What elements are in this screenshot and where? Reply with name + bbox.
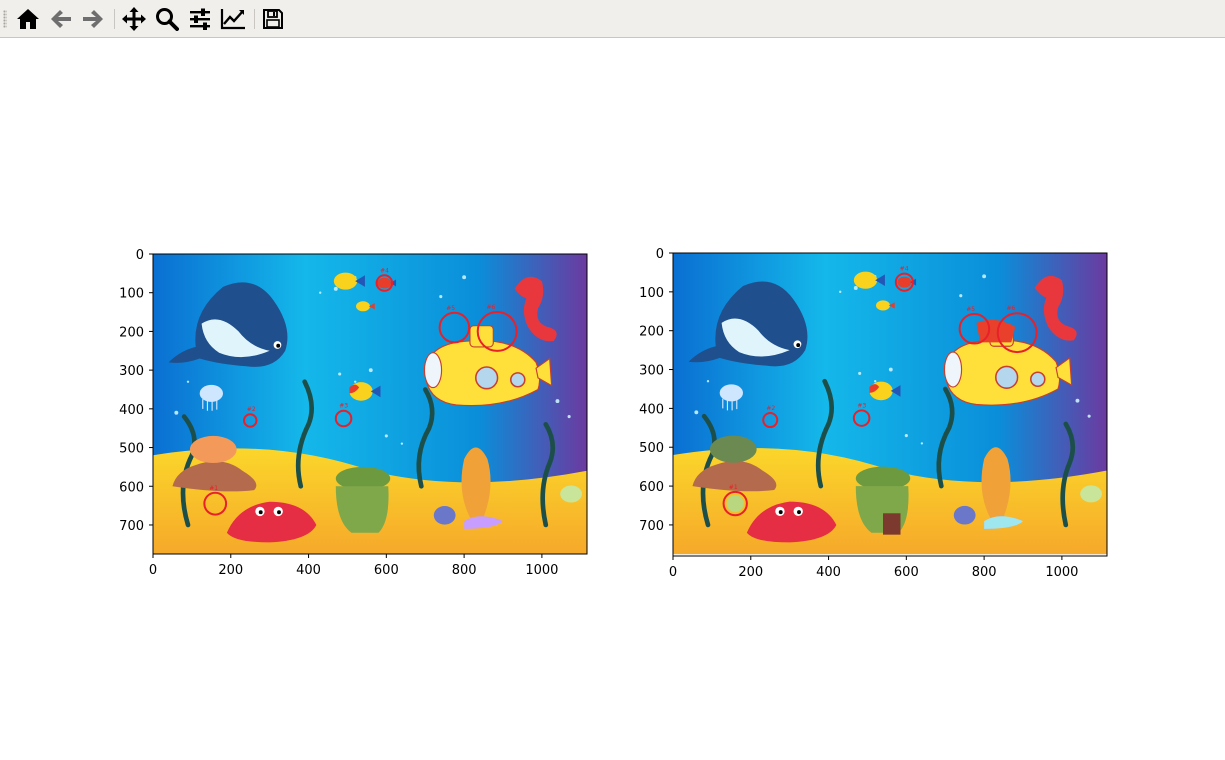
right-shell xyxy=(726,495,744,513)
x-tick-label: 1000 xyxy=(525,563,558,578)
y-tick-label: 200 xyxy=(119,325,144,340)
x-tick-label: 600 xyxy=(894,565,919,580)
y-tick-label: 500 xyxy=(639,441,664,456)
left-axes[interactable]: #1 #2 #3 #4 #5 #6 0 200 400 600 800 1000 0 100 200 30… xyxy=(119,248,587,578)
right-clam xyxy=(709,435,757,463)
y-tick-label: 500 xyxy=(119,442,144,457)
back-button[interactable] xyxy=(47,5,75,33)
y-tick-label: 600 xyxy=(119,480,144,495)
magnifier-icon xyxy=(156,8,179,31)
arrow-right-icon xyxy=(83,10,103,28)
difference-marker-label: #5 xyxy=(446,305,455,312)
difference-marker-label: #2 xyxy=(766,405,775,412)
configure-subplots-button[interactable] xyxy=(186,5,214,33)
x-tick-label: 0 xyxy=(149,563,157,578)
move-icon xyxy=(122,7,146,31)
right-coral-tube xyxy=(883,513,901,535)
y-tick-label: 300 xyxy=(639,364,664,379)
toolbar-separator xyxy=(254,9,255,29)
save-button[interactable] xyxy=(259,5,287,33)
y-tick-label: 700 xyxy=(119,519,144,534)
difference-marker-label: #1 xyxy=(209,485,218,492)
figure-canvas: #1#2 #3#4#5 #6 0 200 400 600 800 1000 010020030… xyxy=(119,247,1225,580)
y-tick-label: 400 xyxy=(119,403,144,418)
difference-marker-label: #2 xyxy=(247,406,256,413)
difference-marker-label: #6 xyxy=(486,304,495,311)
difference-marker-label: #6 xyxy=(1006,305,1015,312)
edit-axis-button[interactable] xyxy=(219,5,247,33)
difference-marker-label: #3 xyxy=(339,403,348,410)
sliders-icon xyxy=(190,8,210,30)
left-x-axis: 0 200 400 600 800 1000 xyxy=(149,554,558,578)
x-tick-label: 0 xyxy=(669,565,677,580)
difference-marker-label: #4 xyxy=(900,266,909,273)
x-tick-label: 800 xyxy=(452,563,477,578)
y-tick-label: 600 xyxy=(639,480,664,495)
home-icon xyxy=(17,9,39,29)
left-y-axis: 0 100 200 300 400 500 600 700 xyxy=(119,248,153,534)
difference-marker-label: #1 xyxy=(729,484,738,491)
y-tick-label: 200 xyxy=(639,325,664,340)
y-tick-label: 400 xyxy=(639,402,664,417)
y-tick-label: 0 xyxy=(136,248,144,263)
zoom-button[interactable] xyxy=(153,5,181,33)
x-tick-label: 200 xyxy=(218,563,243,578)
navigation-toolbar xyxy=(0,0,1225,38)
y-tick-label: 700 xyxy=(639,519,664,534)
difference-marker-label: #5 xyxy=(966,306,975,313)
home-button[interactable] xyxy=(14,5,42,33)
toolbar-grip[interactable] xyxy=(3,10,7,28)
x-tick-label: 400 xyxy=(816,565,841,580)
x-tick-label: 800 xyxy=(972,565,997,580)
x-tick-label: 200 xyxy=(738,565,763,580)
right-axes[interactable]: #1 #2 #3 #4 #5 #6 0 200 400 600 800 1000 0 100 200 30… xyxy=(639,247,1107,580)
right-y-axis: 0 100 200 300 400 500 600 700 xyxy=(639,247,673,534)
y-tick-label: 100 xyxy=(639,286,664,301)
forward-button[interactable] xyxy=(79,5,107,33)
x-tick-label: 600 xyxy=(374,563,399,578)
y-tick-label: 300 xyxy=(119,364,144,379)
left-scene-image xyxy=(153,254,587,554)
difference-marker-label: #4 xyxy=(380,267,389,274)
arrow-left-icon xyxy=(51,10,71,28)
y-tick-label: 100 xyxy=(119,287,144,302)
difference-marker-label: #3 xyxy=(857,402,866,409)
pan-button[interactable] xyxy=(120,5,148,33)
line-chart-icon xyxy=(220,9,245,30)
toolbar-separator xyxy=(114,9,115,29)
y-tick-label: 0 xyxy=(656,247,664,262)
right-x-axis: 0 200 400 600 800 1000 xyxy=(669,556,1078,580)
floppy-disk-icon xyxy=(263,9,283,29)
x-tick-label: 1000 xyxy=(1045,565,1078,580)
x-tick-label: 400 xyxy=(296,563,321,578)
left-clam xyxy=(189,435,237,464)
